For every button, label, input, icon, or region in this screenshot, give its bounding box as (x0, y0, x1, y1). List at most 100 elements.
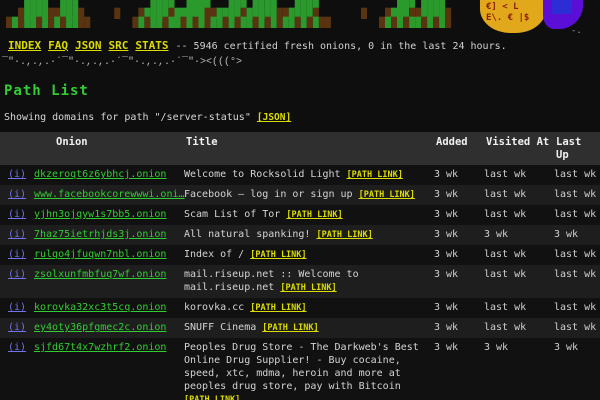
added-cell: 3 wk (434, 265, 484, 284)
added-cell: 3 wk (434, 185, 484, 204)
menu-links: INDEX FAQ JSON SRC STATS (8, 39, 176, 52)
onion-cell: korovka32xc3t5cq.onion (34, 298, 184, 317)
title-cell: Peoples Drug Store - The Darkweb's Best … (184, 338, 434, 400)
mascot-onion-icon: €] < L E\. € |$ (480, 0, 546, 33)
last-up-cell: last wk (554, 165, 600, 184)
visited-at-cell: 3 wk (484, 225, 554, 244)
path-link[interactable]: [PATH LINK] (262, 323, 318, 333)
last-up-cell: 3 wk (554, 225, 600, 244)
title-text: Scam List of Tor (184, 209, 286, 220)
menu-link-stats[interactable]: STATS (135, 39, 168, 52)
subtitle: Showing domains for path "/server-status… (4, 112, 600, 123)
last-up-cell: last wk (554, 265, 600, 284)
table-row: (i)zsolxunfmbfuq7wf.onionmail.riseup.net… (0, 265, 600, 298)
added-cell: 3 wk (434, 225, 484, 244)
onion-cell: 7haz75ietrhjds3j.onion (34, 225, 184, 244)
info-link[interactable]: (i) (8, 209, 26, 220)
path-link[interactable]: [PATH LINK] (359, 190, 415, 200)
onion-link[interactable]: www.facebookcorewwwi.oni… (34, 189, 185, 200)
title-cell: Facebook – log in or sign up [PATH LINK] (184, 185, 434, 205)
corner-mark: -. (571, 26, 582, 36)
table-row: (i) www.facebookcorewwwi.oni…Facebook – l… (0, 185, 600, 205)
header-visited-at: Visited At (484, 132, 554, 152)
menu-link-index[interactable]: INDEX (8, 39, 41, 52)
title-cell: Index of / [PATH LINK] (184, 245, 434, 265)
header-title: Title (184, 132, 434, 152)
title-cell: SNUFF Cinema [PATH LINK] (184, 318, 434, 338)
menu-link-src[interactable]: SRC (109, 39, 129, 52)
path-link[interactable]: [PATH LINK] (250, 303, 306, 313)
visited-at-cell: last wk (484, 205, 554, 224)
visited-at-cell: last wk (484, 245, 554, 264)
path-link[interactable]: [PATH LINK] (316, 230, 372, 240)
visited-at-cell: 3 wk (484, 338, 554, 357)
onion-count-status: -- 5946 certified fresh onions, 0 in the… (176, 41, 507, 52)
page-title: Path List (4, 83, 600, 99)
menu-link-faq[interactable]: FAQ (48, 39, 68, 52)
info-link[interactable]: (i) (8, 269, 26, 280)
info-link[interactable]: (i) (8, 189, 26, 200)
path-link[interactable]: [PATH LINK] (286, 210, 342, 220)
info-cell: (i) (0, 298, 34, 317)
onion-link[interactable]: dkzeroqt6z6ybhcj.onion (34, 169, 166, 180)
title-text: Peoples Drug Store - The Darkweb's Best … (184, 342, 419, 392)
info-link[interactable]: (i) (8, 169, 26, 180)
onion-cell: yjhn3ojqyw1s7bb5.onion (34, 205, 184, 224)
onion-cell: ey4oty36pfgmec2c.onion (34, 318, 184, 337)
visited-at-cell: last wk (484, 185, 554, 204)
table-row: (i) sjfd67t4x7wzhrf2.onion Peoples Drug St… (0, 338, 600, 400)
info-link[interactable]: (i) (8, 322, 26, 333)
title-cell: Scam List of Tor [PATH LINK] (184, 205, 434, 225)
onion-cell: rulqo4jfuqwn7nbl.onion (34, 245, 184, 264)
onion-cell: zsolxunfmbfuq7wf.onion (34, 265, 184, 284)
path-link[interactable]: [PATH LINK] (280, 283, 336, 293)
title-text: Facebook – log in or sign up (184, 189, 359, 200)
title-cell: korovka.cc [PATH LINK] (184, 298, 434, 318)
onion-link[interactable]: rulqo4jfuqwn7nbl.onion (34, 249, 166, 260)
info-cell: (i) (0, 245, 34, 264)
onion-cell: www.facebookcorewwwi.oni… (34, 185, 184, 204)
path-link[interactable]: [PATH LINK] (250, 250, 306, 260)
added-cell: 3 wk (434, 165, 484, 184)
table-body: (i) dkzeroqt6z6ybhcj.onion Welcome to Rock… (0, 165, 600, 400)
table-row: (i) ey4oty36pfgmec2c.onion SNUFF Cinema [P… (0, 318, 600, 338)
last-up-cell: last wk (554, 205, 600, 224)
onion-mascot-art: €] < L E\. € |$ (480, 0, 600, 42)
fish-ascii-art: ¯"·.,.,.·´¯"·.,.,.·´¯"·.,.,.·´¯"·><(((°> (2, 57, 600, 68)
header-last-up: Last Up (554, 132, 600, 165)
info-link[interactable]: (i) (8, 249, 26, 260)
onion-link[interactable]: korovka32xc3t5cq.onion (34, 302, 166, 313)
last-up-cell: 3 wk (554, 338, 600, 357)
added-cell: 3 wk (434, 205, 484, 224)
path-link[interactable]: [PATH LINK] (347, 170, 403, 180)
title-text: All natural spanking! (184, 229, 316, 240)
path-link[interactable]: [PATH LINK] (184, 395, 240, 400)
json-export-link[interactable]: [JSON] (257, 112, 291, 123)
onion-link[interactable]: 7haz75ietrhjds3j.onion (34, 229, 166, 240)
menu-link-json[interactable]: JSON (75, 39, 102, 52)
title-text: SNUFF Cinema (184, 322, 262, 333)
table-row: (i) dkzeroqt6z6ybhcj.onion Welcome to Rock… (0, 165, 600, 185)
last-up-cell: last wk (554, 245, 600, 264)
added-cell: 3 wk (434, 338, 484, 357)
title-text: Index of / (184, 249, 250, 260)
info-cell: (i) (0, 318, 34, 337)
visited-at-cell: last wk (484, 165, 554, 184)
onion-link[interactable]: zsolxunfmbfuq7wf.onion (34, 269, 166, 280)
info-cell: (i) (0, 225, 34, 244)
table-header-row: Onion Title Added Visited At Last Up (0, 132, 600, 165)
info-cell: (i) (0, 165, 34, 184)
mascot-blue-block (552, 0, 572, 14)
onion-cell: sjfd67t4x7wzhrf2.onion (34, 338, 184, 357)
onion-link[interactable]: ey4oty36pfgmec2c.onion (34, 322, 166, 333)
title-text: Welcome to Rocksolid Light (184, 169, 347, 180)
info-link[interactable]: (i) (8, 302, 26, 313)
info-link[interactable]: (i) (8, 342, 26, 353)
info-cell: (i) (0, 265, 34, 284)
added-cell: 3 wk (434, 245, 484, 264)
info-link[interactable]: (i) (8, 229, 26, 240)
onion-link[interactable]: sjfd67t4x7wzhrf2.onion (34, 342, 166, 353)
info-cell: (i) (0, 185, 34, 204)
added-cell: 3 wk (434, 298, 484, 317)
onion-link[interactable]: yjhn3ojqyw1s7bb5.onion (34, 209, 166, 220)
